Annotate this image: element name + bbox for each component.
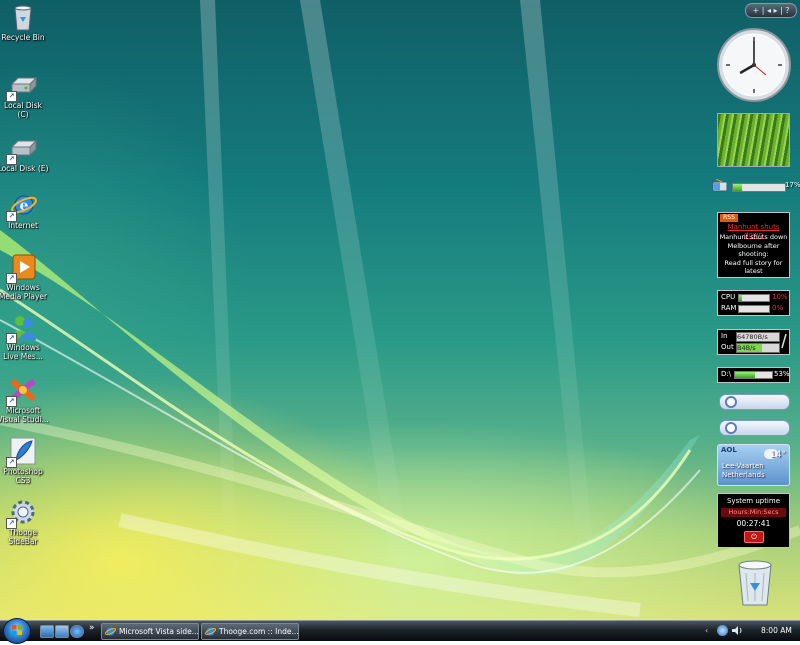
recycle-bin-icon — [8, 2, 38, 32]
desktop-icon-label: Thooge SideBar — [8, 528, 38, 546]
clock-face — [717, 28, 791, 102]
desktop-icon-photoshop[interactable]: ↗ Photoshop CS3 — [0, 436, 52, 485]
network-in-value: 64780B/s — [736, 332, 780, 342]
weather-location: Lee-Vaarten Netherlands — [722, 462, 765, 479]
drive-meter-gadget: D:\ 53% — [717, 367, 790, 383]
shortcut-arrow-icon: ↗ — [6, 396, 17, 407]
network-out-value: B4B/s — [736, 343, 780, 353]
desktop-icon-windows-media-player[interactable]: ↗ Windows Media Player — [0, 252, 52, 301]
taskbar-button-thooge[interactable]: Thooge.com :: Inde... — [201, 623, 299, 640]
clock-gadget[interactable] — [716, 27, 792, 103]
cpu-bar — [738, 294, 770, 302]
visual-studio-icon: ↗ — [6, 375, 38, 407]
volume-icon[interactable] — [732, 626, 742, 635]
weather-gadget[interactable]: AOL 14° Lee-Vaarten Netherlands — [717, 444, 790, 486]
ram-bar — [738, 305, 770, 313]
battery-bar — [732, 183, 786, 192]
sidebar-recycle-bin-icon[interactable] — [734, 557, 776, 609]
weather-temperature: 14° — [770, 450, 786, 460]
quicklaunch-more-chevron[interactable]: » — [89, 623, 95, 633]
rss-tag: RSS — [720, 214, 738, 222]
desktop-icon-thooge-sidebar[interactable]: ↗ Thooge SideBar — [0, 497, 52, 546]
hard-drive-icon: ↗ — [6, 133, 38, 165]
taskbar: » Microsoft Vista side... Thooge.com :: … — [0, 618, 800, 644]
internet-explorer-icon — [104, 626, 117, 637]
windows-logo-icon — [12, 625, 22, 635]
search-gadget-2[interactable] — [719, 420, 790, 436]
taskbar-button-label: Thooge.com :: Inde... — [219, 627, 299, 636]
rss-gadget[interactable]: RSS Manhunt shuts down Manhunt shuts dow… — [717, 212, 790, 278]
desktop-icon-internet[interactable]: e ↗ Internet — [0, 190, 52, 230]
quicklaunch-switch-windows-icon[interactable] — [55, 625, 69, 638]
drive-bar — [734, 371, 773, 379]
shortcut-arrow-icon: ↗ — [6, 333, 17, 344]
battery-icon — [712, 178, 730, 193]
taskbar-button-label: Microsoft Vista side... — [119, 627, 199, 636]
sidebar-controls[interactable]: + | ◂ ▸ | ? — [745, 3, 797, 18]
photoshop-feather-icon: ↗ — [6, 436, 38, 468]
tray-expand-icon[interactable]: ‹ — [705, 626, 708, 635]
wallpaper-aurora — [0, 0, 800, 620]
slideshow-gadget[interactable] — [717, 113, 790, 167]
desktop-background: Recycle Bin ↗ Local Disk (C) ↗ Local Dis… — [0, 0, 800, 620]
network-meter-gadget: In 64780B/s Out B4B/s — [717, 329, 790, 355]
weather-brand: AOL — [721, 446, 737, 454]
shortcut-arrow-icon: ↗ — [6, 518, 17, 529]
taskbar-button-microsoft-vista-sidebar[interactable]: Microsoft Vista side... — [101, 623, 199, 640]
rss-body: Manhunt shuts down Melbourne after shoot… — [719, 233, 788, 275]
uptime-gadget: System uptime Hours:Min:Secs 00:27:41 ⏻ — [717, 493, 790, 548]
cpu-meter-gadget: CPU 10% RAM 0% — [717, 290, 790, 316]
drive-value: 53% — [774, 370, 790, 378]
drive-label: D:\ — [721, 370, 732, 378]
shortcut-arrow-icon: ↗ — [6, 91, 17, 102]
search-gadget[interactable] — [719, 394, 790, 410]
gear-icon: ↗ — [6, 497, 38, 529]
battery-gadget: 17% — [712, 178, 800, 196]
system-tray: ‹ 8:00 AM — [705, 623, 797, 638]
messenger-icon: ↗ — [6, 312, 38, 344]
desktop-icon-visual-studio[interactable]: ↗ Microsoft Visual Studi... — [0, 375, 52, 424]
desktop-icon-local-disk-e[interactable]: ↗ Local Disk (E) — [0, 133, 52, 173]
hard-drive-icon: ↗ — [6, 70, 38, 102]
uptime-subtitle: Hours:Min:Secs — [721, 508, 786, 517]
internet-explorer-icon — [204, 626, 217, 637]
uptime-title: System uptime — [726, 497, 781, 505]
search-icon — [725, 396, 737, 408]
network-in-label: In — [721, 332, 728, 340]
desktop-icon-label: Local Disk (C) — [4, 101, 42, 119]
ram-label: RAM — [721, 304, 737, 312]
desktop-icon-label: Windows Live Mes... — [3, 343, 43, 361]
desktop-icon-label: Photoshop CS3 — [3, 467, 43, 485]
battery-percent: 17% — [785, 181, 800, 189]
uptime-time: 00:27:41 — [736, 519, 771, 528]
shortcut-arrow-icon: ↗ — [6, 154, 17, 165]
cpu-label: CPU — [721, 293, 736, 301]
desktop-icon-label: Recycle Bin — [1, 33, 45, 42]
taskbar-clock[interactable]: 8:00 AM — [761, 626, 792, 635]
quicklaunch-show-desktop-icon[interactable] — [40, 625, 54, 638]
network-out-label: Out — [721, 343, 734, 351]
desktop-icon-label: Windows Media Player — [0, 283, 48, 301]
shortcut-arrow-icon: ↗ — [6, 457, 17, 468]
desktop-icon-windows-live-messenger[interactable]: ↗ Windows Live Mes... — [0, 312, 52, 361]
shortcut-arrow-icon: ↗ — [6, 273, 17, 284]
cpu-value: 10% — [772, 293, 788, 301]
network-icon — [781, 332, 787, 350]
network-tray-icon[interactable] — [717, 625, 728, 636]
desktop-icon-label: Microsoft Visual Studi... — [0, 406, 49, 424]
shortcut-arrow-icon: ↗ — [6, 211, 17, 222]
desktop-icon-local-disk-c[interactable]: ↗ Local Disk (C) — [0, 70, 52, 119]
desktop-icon-label: Internet — [8, 221, 38, 230]
media-player-icon: ↗ — [6, 252, 38, 284]
search-icon — [725, 422, 737, 434]
desktop-icon-label: Local Disk (E) — [0, 164, 49, 173]
desktop-icon-recycle-bin[interactable]: Recycle Bin — [0, 2, 52, 42]
start-button[interactable] — [3, 618, 31, 644]
uptime-power-button[interactable]: ⏻ — [744, 531, 764, 543]
ram-value: 0% — [772, 304, 784, 312]
internet-explorer-icon: e ↗ — [6, 190, 38, 222]
quicklaunch-internet-explorer-icon[interactable] — [70, 625, 84, 638]
